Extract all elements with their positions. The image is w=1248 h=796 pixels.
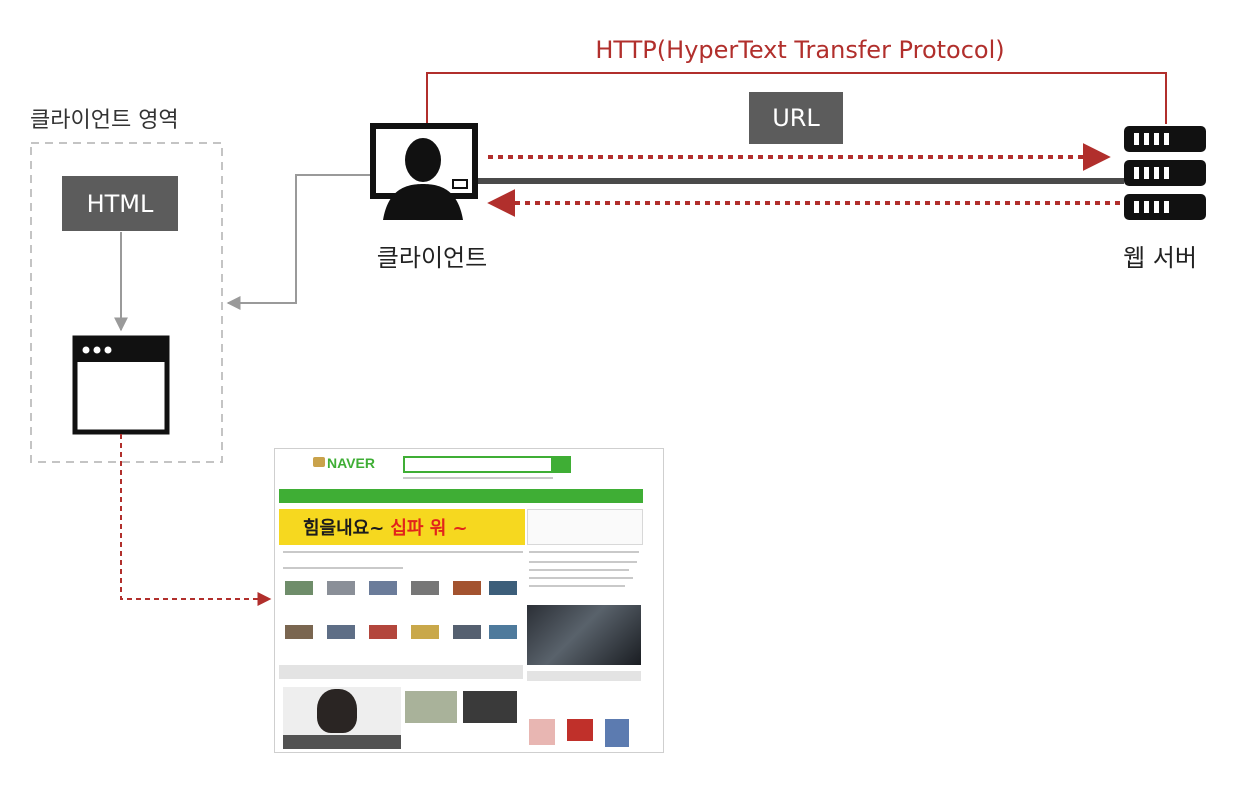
naver-search-box [403,456,553,473]
press-thumb [285,625,313,639]
press-thumb [453,581,481,595]
naver-notice-line [529,577,633,579]
naver-login-box [527,509,643,545]
client-to-area-arrow [226,174,370,310]
naver-news-line [283,567,403,569]
naver-navbar [279,489,643,503]
naver-shopping-tabs [527,671,641,681]
press-thumb [411,625,439,639]
press-thumb [327,625,355,639]
naver-shopping-item [529,719,555,745]
press-thumb [411,581,439,595]
naver-banner: 힘을내요~ 십파 워 ~ [279,509,525,545]
naver-thumb [405,691,457,723]
html-tag: HTML [62,176,178,231]
naver-car-ad [527,605,641,665]
server-rack-icon [1124,126,1206,220]
naver-service-bar [279,665,523,679]
http-label: HTTP(HyperText Transfer Protocol) [595,36,1005,64]
naver-thumb [463,691,517,723]
user-monitor-icon [370,123,478,220]
naver-banner-text-left: 힘을내요~ [303,518,385,539]
naver-banner-text-right: 십파 워 ~ [390,518,468,539]
rendered-page-screenshot: NAVER 힘을내요~ 십파 워 ~ [274,448,664,753]
press-thumb [327,581,355,595]
naver-logo-mark [313,457,325,467]
naver-subtext [403,477,553,479]
browser-window-icon [72,335,170,435]
press-thumb [453,625,481,639]
naver-feature-person [317,689,357,733]
press-thumb [489,625,517,639]
press-thumb [369,625,397,639]
press-thumb [369,581,397,595]
naver-notice-line [529,585,625,587]
web-server-label: 웹 서버 [1123,244,1197,272]
client-area-label: 클라이언트 영역 [30,108,179,133]
naver-notice-line [529,551,639,553]
naver-headline-line [283,551,523,553]
naver-shopping-item [605,719,629,747]
naver-logo: NAVER [327,455,375,471]
render-arrow [120,434,272,606]
client-label: 클라이언트 [376,244,488,272]
naver-shopping-item [567,719,593,741]
naver-notice-line [529,569,629,571]
url-tag: URL [749,92,843,144]
naver-feature-caption [283,735,401,749]
naver-notice-line [529,561,637,563]
press-thumb [489,581,517,595]
press-thumb [285,581,313,595]
naver-search-button [551,456,571,473]
